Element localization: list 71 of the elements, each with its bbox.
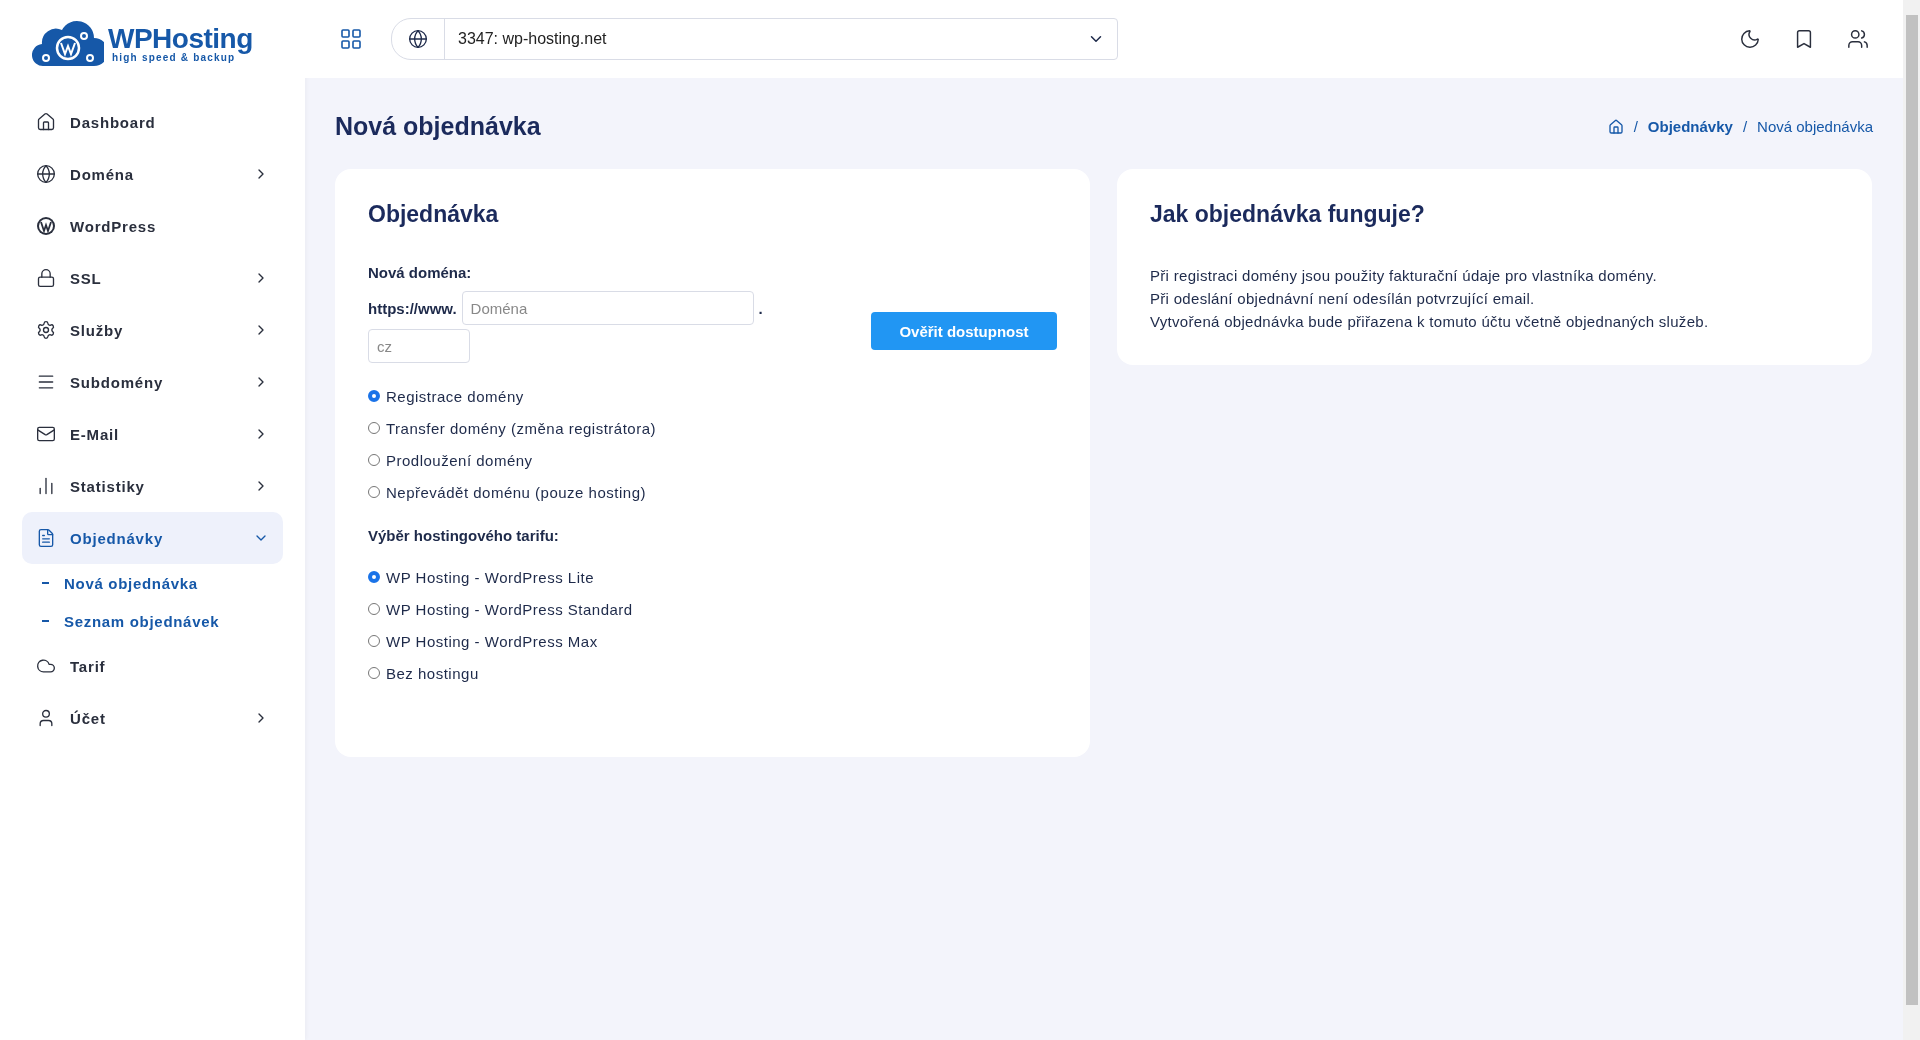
radio-button[interactable] [368, 486, 380, 498]
card-title: Jak objednávka funguje? [1150, 201, 1426, 228]
cloud-logo-icon [32, 20, 104, 68]
radio-option[interactable]: Registrace domény [368, 385, 1057, 407]
radio-option[interactable]: WP Hosting - WordPress Lite [368, 566, 1057, 588]
radio-button[interactable] [368, 390, 380, 402]
globe-icon [36, 164, 56, 184]
radio-option[interactable]: Bez hostingu [368, 662, 1057, 684]
sidebar-item[interactable]: Doména [22, 148, 283, 200]
grid-icon[interactable] [339, 27, 363, 51]
info-text: Vytvořená objednávka bude přiřazena k tomuto účtu včetně objednaných služeb. [1150, 312, 1710, 332]
radio-button[interactable] [368, 667, 380, 679]
radio-option[interactable]: Transfer domény (změna registrátora) [368, 417, 1057, 439]
field-label: Nová doména: [368, 264, 473, 281]
url-prefix: https://www. [368, 299, 457, 317]
scrollbar-thumb[interactable] [1905, 15, 1918, 1005]
radio-label: Bez hostingu [386, 664, 479, 682]
logo-tagline: high speed & backup [112, 53, 236, 63]
radio-option[interactable]: WP Hosting - WordPress Standard [368, 598, 1057, 620]
breadcrumb-separator: / [1742, 118, 1748, 135]
radio-button[interactable] [368, 635, 380, 647]
moon-icon[interactable] [1739, 28, 1761, 50]
site-select[interactable]: 3347: wp-hosting.net [391, 18, 1118, 60]
radio-option[interactable]: Nepřevádět doménu (pouze hosting) [368, 481, 1057, 503]
sidebar-item[interactable]: Účet [22, 692, 283, 744]
sidebar-item[interactable]: E-Mail [22, 408, 283, 460]
radio-option[interactable]: WP Hosting - WordPress Max [368, 630, 1057, 652]
breadcrumb-link[interactable]: Nová objednávka [1757, 118, 1873, 135]
radio-button[interactable] [368, 571, 380, 583]
radio-label: Transfer domény (změna registrátora) [386, 419, 657, 437]
sidebar-item[interactable]: Objednávky [22, 512, 283, 564]
radio-option[interactable]: Prodloužení domény [368, 449, 1057, 471]
home-icon[interactable] [1607, 118, 1624, 135]
sidebar-subitem[interactable]: Nová objednávka [22, 564, 283, 602]
page-title: Nová objednávka [335, 112, 541, 141]
sidebar-item[interactable]: Dashboard [22, 96, 283, 148]
radio-label: WP Hosting - WordPress Lite [386, 568, 594, 586]
card-title: Objednávka [368, 201, 500, 228]
radio-label: WP Hosting - WordPress Standard [386, 600, 633, 618]
tld-input[interactable]: cz [368, 329, 470, 363]
sidebar-item[interactable]: Služby [22, 304, 283, 356]
domain-input[interactable]: Doména [461, 291, 754, 325]
sidebar-item[interactable]: Statistiky [22, 460, 283, 512]
sidebar-item[interactable]: Tarif [22, 640, 283, 692]
radio-label: Prodloužení domény [386, 451, 533, 469]
radio-label: WP Hosting - WordPress Max [386, 632, 598, 650]
sidebar-subitem[interactable]: Seznam objednávek [22, 602, 283, 640]
logo-name: WPHosting [108, 25, 253, 53]
radio-label: Registrace domény [386, 387, 524, 405]
breadcrumb-separator: / [1633, 118, 1638, 135]
gear-icon [36, 320, 56, 340]
dot-separator: . [758, 299, 763, 317]
envelope-icon [36, 424, 56, 444]
wordpress-icon [36, 216, 56, 236]
field-label: Výběr hostingového tarifu: [368, 527, 560, 544]
breadcrumb-link[interactable]: Objednávky [1647, 118, 1733, 135]
radio-label: Nepřevádět doménu (pouze hosting) [386, 483, 646, 501]
sidebar-item[interactable]: WordPress [22, 200, 283, 252]
cloud-icon [36, 656, 56, 676]
sidebar-item[interactable]: Subdomény [22, 356, 283, 408]
sidebar-item[interactable]: SSL [22, 252, 283, 304]
info-text: Při registraci domény jsou použity fakturační údaje pro vlastníka domény. [1150, 266, 1658, 286]
lock-icon [36, 268, 56, 288]
users-icon[interactable] [1847, 28, 1869, 50]
document-icon [36, 528, 56, 548]
globe-icon [408, 29, 428, 49]
home-icon [36, 112, 56, 132]
info-text: Při odeslání objednávní není odesílán potvrzující email. [1150, 289, 1536, 309]
radio-button[interactable] [368, 454, 380, 466]
radio-button[interactable] [368, 603, 380, 615]
radio-button[interactable] [368, 422, 380, 434]
